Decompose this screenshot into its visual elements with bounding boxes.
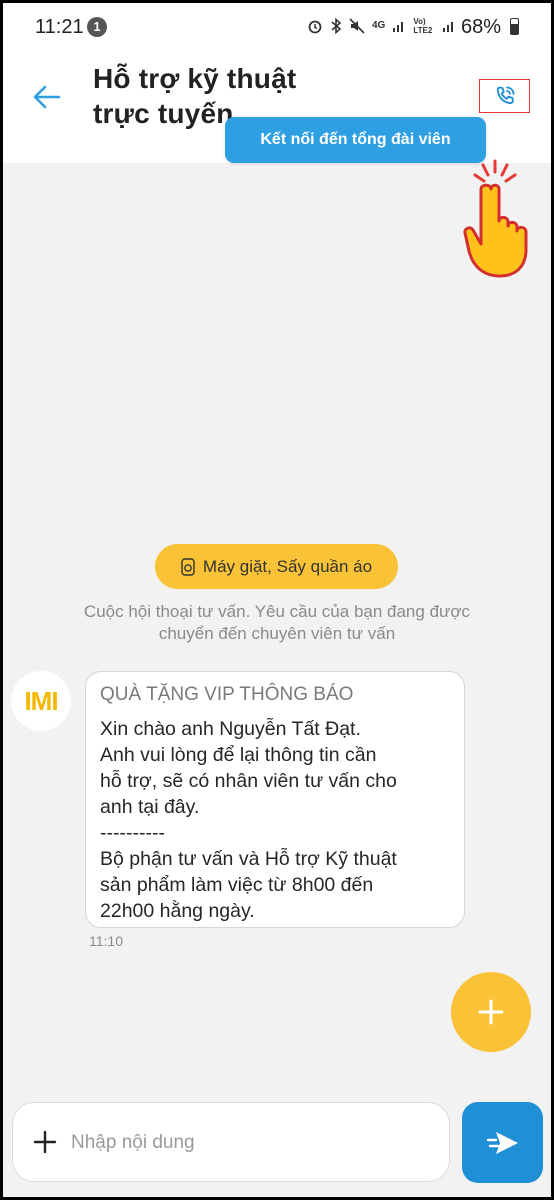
plus-icon xyxy=(478,999,504,1025)
avatar: IMI xyxy=(11,671,71,731)
message-line: Xin chào anh Nguyễn Tất Đạt. xyxy=(100,718,361,740)
call-operator-button[interactable] xyxy=(479,79,530,113)
message-line: sản phẩm làm việc từ 8h00 đến xyxy=(100,874,374,896)
notification-badge: 1 xyxy=(87,17,107,37)
message-header: QUÀ TẶNG VIP THÔNG BÁO xyxy=(100,684,354,705)
status-icons: 4G Vo) LTE2 xyxy=(307,17,456,35)
status-time: 11:21 xyxy=(35,16,84,38)
message-composer xyxy=(12,1102,450,1182)
mute-icon xyxy=(349,18,365,34)
battery-percent: 68% xyxy=(461,16,502,38)
message-line: 22h00 hằng ngày. xyxy=(100,900,255,922)
avatar-logo-text: IMI xyxy=(24,685,58,716)
message-line: hỗ trợ, sẽ có nhân viên tư vấn cho xyxy=(100,770,397,792)
pointing-hand-icon xyxy=(463,159,528,278)
message-input[interactable] xyxy=(71,1129,431,1157)
system-message-line-1: Cuộc hội thoại tư vấn. Yêu cầu của bạn đ… xyxy=(83,602,471,621)
phone-call-icon xyxy=(496,86,514,105)
message-line: ---------- xyxy=(100,822,165,844)
screen: 11:21 1 4G Vo) LTE2 68% Hỗ trợ kỹ thuật … xyxy=(3,3,551,1197)
signal-icon xyxy=(393,22,404,32)
volte-label: Vo) LTE2 xyxy=(413,17,433,35)
category-chip-label: Máy giặt, Sấy quần áo xyxy=(202,556,373,576)
arrow-left-icon[interactable] xyxy=(29,79,65,115)
system-message: Cuộc hội thoại tư vấn. Yêu cầu của bạn đ… xyxy=(43,601,511,645)
app-header: Hỗ trợ kỹ thuật trực tuyến Kết nối đến t… xyxy=(3,49,551,278)
message-line: Bộ phận tư vấn và Hỗ trợ Kỹ thuật xyxy=(100,848,397,870)
battery-icon xyxy=(510,18,519,35)
message-timestamp: 11:10 xyxy=(89,933,123,949)
message-line: anh tại đây. xyxy=(100,796,200,818)
message-line: Anh vui lòng để lại thông tin cần xyxy=(100,744,377,766)
system-message-line-2: chuyển đến chuyên viên tư vấn xyxy=(158,624,396,643)
status-bar: 11:21 1 4G Vo) LTE2 68% xyxy=(3,3,551,49)
category-chip[interactable]: Máy giặt, Sấy quần áo xyxy=(155,544,398,589)
add-action-button[interactable] xyxy=(451,972,531,1052)
call-operator-tooltip: Kết nối đến tổng đài viên xyxy=(225,117,486,163)
page-title-line-1: Hỗ trợ kỹ thuật xyxy=(93,63,297,94)
send-icon xyxy=(486,1131,518,1154)
attach-plus-icon[interactable] xyxy=(33,1130,57,1154)
signal-2-icon xyxy=(443,22,454,32)
alarm-icon xyxy=(308,20,322,34)
washing-machine-icon xyxy=(181,557,195,576)
message-bubble: QUÀ TẶNG VIP THÔNG BÁO Xin chào anh Nguy… xyxy=(85,671,465,928)
send-button[interactable] xyxy=(462,1102,543,1183)
network-type-label: 4G xyxy=(372,20,386,31)
bluetooth-icon xyxy=(331,18,342,34)
